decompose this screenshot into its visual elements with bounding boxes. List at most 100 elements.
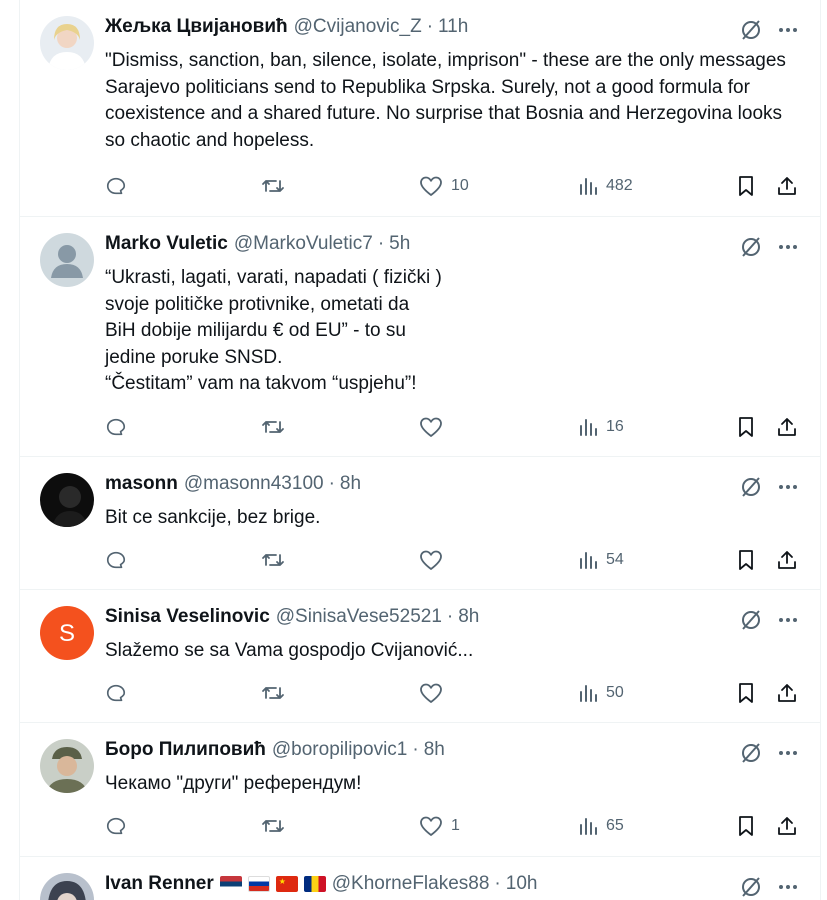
author-name[interactable]: Боро Пилиповић: [105, 738, 266, 762]
author-name[interactable]: masonn: [105, 472, 178, 496]
like-button[interactable]: 10: [419, 171, 469, 201]
analytics-icon: [580, 818, 597, 835]
share-button[interactable]: [776, 412, 798, 442]
more-icon[interactable]: [777, 875, 799, 900]
share-button[interactable]: [776, 545, 798, 575]
serbia-flag-icon: [219, 876, 242, 892]
tweet-actions: 50: [105, 678, 821, 708]
retweet-button[interactable]: [261, 678, 285, 708]
tweet[interactable]: masonn @masonn43100 · 8h Bit ce sankcije…: [19, 457, 821, 590]
author-handle[interactable]: @SinisaVese52521: [276, 605, 442, 629]
grok-icon[interactable]: [739, 875, 763, 900]
analytics-icon: [580, 552, 597, 569]
tweet[interactable]: Жељка Цвијановић @Cvijanovic_Z · 11h "Di…: [19, 0, 821, 217]
avatar[interactable]: [40, 739, 94, 793]
tweet-header: masonn @masonn43100 · 8h: [105, 472, 361, 496]
tweet[interactable]: Marko Vuletic @MarkoVuletic7 · 5h “Ukras…: [19, 217, 821, 457]
reply-button[interactable]: [105, 678, 127, 708]
reply-button[interactable]: [105, 811, 127, 841]
more-icon[interactable]: [777, 235, 799, 264]
tweet-header: Marko Vuletic @MarkoVuletic7 · 5h: [105, 232, 410, 256]
timestamp[interactable]: 10h: [506, 872, 538, 896]
like-button[interactable]: 1: [419, 811, 460, 841]
more-icon[interactable]: [777, 18, 799, 47]
views-button[interactable]: 54: [578, 545, 624, 575]
like-button[interactable]: [419, 545, 451, 575]
grok-icon[interactable]: [739, 18, 763, 47]
avatar[interactable]: [40, 233, 94, 287]
author-handle[interactable]: @MarkoVuletic7: [234, 232, 373, 256]
bookmark-icon: [739, 683, 753, 703]
reply-button[interactable]: [105, 545, 127, 575]
views-button[interactable]: 482: [578, 171, 633, 201]
more-icon[interactable]: [777, 475, 799, 504]
author-handle[interactable]: @Cvijanovic_Z: [294, 15, 422, 39]
bookmark-button[interactable]: [736, 678, 756, 708]
author-handle[interactable]: @masonn43100: [184, 472, 324, 496]
timestamp[interactable]: 11h: [438, 15, 468, 39]
retweet-button[interactable]: [261, 811, 285, 841]
bookmark-button[interactable]: [736, 412, 756, 442]
tweet-text: Bit ce sankcije, bez brige.: [105, 507, 321, 528]
tweet-text: Чекамо "други" референдум!: [105, 773, 362, 794]
grok-icon[interactable]: [739, 235, 763, 264]
avatar[interactable]: [40, 873, 94, 900]
share-button[interactable]: [776, 171, 798, 201]
grok-icon[interactable]: [739, 741, 763, 770]
flag-emojis: ★: [219, 876, 326, 892]
share-icon: [778, 551, 796, 569]
views-button[interactable]: 65: [578, 811, 624, 841]
timestamp[interactable]: 8h: [458, 605, 479, 629]
tweet-actions: 1 65: [105, 811, 821, 841]
like-button[interactable]: [419, 412, 451, 442]
tweet-header: Боро Пилиповић @boropilipovic1 · 8h: [105, 738, 445, 762]
retweet-button[interactable]: [261, 545, 285, 575]
china-flag-icon: ★: [275, 876, 298, 892]
reply-button[interactable]: [105, 171, 127, 201]
share-button[interactable]: [776, 811, 798, 841]
tweet-header: Ivan Renner ★ @KhorneFlakes88 · 10h: [105, 872, 537, 896]
author-name[interactable]: Sinisa Veselinovic: [105, 605, 270, 629]
reply-button[interactable]: [105, 412, 127, 442]
tweet[interactable]: S Sinisa Veselinovic @SinisaVese52521 · …: [19, 590, 821, 723]
share-icon: [778, 684, 796, 702]
avatar[interactable]: [40, 473, 94, 527]
bookmark-button[interactable]: [736, 811, 756, 841]
share-icon: [778, 177, 796, 195]
timestamp[interactable]: 8h: [424, 738, 445, 762]
share-icon: [778, 418, 796, 436]
author-handle[interactable]: @KhorneFlakes88: [332, 872, 490, 896]
more-icon[interactable]: [777, 608, 799, 637]
tweet[interactable]: Боро Пилиповић @boropilipovic1 · 8h Чека…: [19, 723, 821, 857]
share-icon: [778, 817, 796, 835]
retweet-button[interactable]: [261, 171, 285, 201]
retweet-icon: [262, 180, 284, 192]
author-handle[interactable]: @boropilipovic1: [272, 738, 407, 762]
tweet[interactable]: Ivan Renner ★ @KhorneFlakes88 · 10h: [19, 857, 821, 900]
views-button[interactable]: 16: [578, 412, 624, 442]
view-count: 54: [606, 551, 624, 568]
retweet-icon: [262, 554, 284, 566]
avatar-letter: S: [59, 620, 75, 647]
bookmark-button[interactable]: [736, 171, 756, 201]
heart-icon: [420, 550, 442, 570]
grok-icon[interactable]: [739, 475, 763, 504]
grok-icon[interactable]: [739, 608, 763, 637]
tweet-header: Sinisa Veselinovic @SinisaVese52521 · 8h: [105, 605, 479, 629]
author-name[interactable]: Marko Vuletic: [105, 232, 228, 256]
view-count: 482: [606, 177, 633, 194]
retweet-button[interactable]: [261, 412, 285, 442]
avatar[interactable]: [40, 16, 94, 70]
like-button[interactable]: [419, 678, 451, 708]
author-name[interactable]: Жељка Цвијановић: [105, 15, 288, 39]
avatar[interactable]: S: [40, 606, 94, 660]
bookmark-button[interactable]: [736, 545, 756, 575]
timestamp[interactable]: 8h: [340, 472, 361, 496]
views-button[interactable]: 50: [578, 678, 624, 708]
more-icon[interactable]: [777, 741, 799, 770]
author-name[interactable]: Ivan Renner: [105, 872, 214, 896]
separator-dot: ·: [426, 16, 434, 37]
romania-flag-icon: [303, 876, 326, 892]
timestamp[interactable]: 5h: [389, 232, 410, 256]
share-button[interactable]: [776, 678, 798, 708]
